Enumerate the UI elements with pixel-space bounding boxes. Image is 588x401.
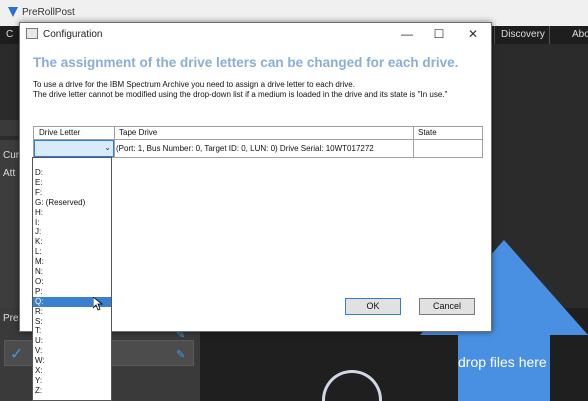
dropdown-item[interactable]: W: (33, 356, 111, 366)
column-header-tape-drive[interactable]: Tape Drive (119, 128, 157, 137)
drive-grid: Drive Letter Tape Drive State ⌄ (Port: 1… (33, 126, 483, 158)
chevron-down-icon[interactable]: ⌄ (104, 143, 111, 152)
left-label-pre: Pre (3, 313, 19, 324)
dropdown-item[interactable]: D: (33, 168, 111, 178)
ok-button[interactable]: OK (345, 298, 401, 315)
column-header-drive-letter[interactable]: Drive Letter (39, 128, 80, 137)
cancel-button[interactable]: Cancel (419, 298, 475, 315)
drive-letter-dropdown-list[interactable]: D: E: F: G: (Reserved) H: I: J: K: L: M: N: O: P: Q: R… (32, 157, 112, 401)
description-line-1: To use a drive for the IBM Spectrum Arch… (33, 80, 355, 89)
column-header-state[interactable]: State (418, 128, 437, 137)
dialog-heading: The assignment of the drive letters can … (33, 55, 459, 70)
dropdown-item[interactable]: L: (33, 247, 111, 257)
dialog-titlebar[interactable]: Configuration — ☐ ✕ (20, 23, 491, 45)
dropdown-item[interactable]: P: (33, 287, 111, 297)
minimize-icon[interactable]: — (398, 26, 416, 42)
grid-header: Drive Letter Tape Drive State (34, 127, 482, 140)
description-line-2: The drive letter cannot be modified usin… (33, 90, 448, 99)
dropdown-item[interactable]: G: (Reserved) (33, 198, 111, 208)
dialog-title: Configuration (43, 29, 103, 40)
dropdown-item[interactable]: X: (33, 366, 111, 376)
dropdown-item[interactable]: I: (33, 218, 111, 228)
close-icon[interactable]: ✕ (464, 26, 482, 42)
left-label-cur: Cur (3, 150, 20, 161)
dropdown-item[interactable]: Y: (33, 376, 111, 386)
dropdown-item[interactable]: K: (33, 237, 111, 247)
menu-item-about[interactable]: Abo (566, 26, 588, 44)
dialog-description: To use a drive for the IBM Spectrum Arch… (33, 80, 447, 100)
edit-pencil-icon[interactable]: ✎ (176, 348, 185, 361)
left-label-att: Att (3, 168, 16, 179)
drive-letter-combobox[interactable]: ⌄ (34, 140, 114, 157)
drop-files-label: drop files here (458, 354, 547, 370)
dropdown-item[interactable]: M: (33, 257, 111, 267)
column-separator (114, 127, 115, 157)
dropdown-item[interactable]: O: (33, 277, 111, 287)
dropdown-item[interactable]: U: (33, 336, 111, 346)
dialog-window-icon (26, 28, 38, 39)
menu-item-discovery[interactable]: Discovery (494, 26, 550, 44)
dropdown-item[interactable]: N: (33, 267, 111, 277)
dropdown-item[interactable]: S: (33, 317, 111, 327)
tape-drive-cell: (Port: 1, Bus Number: 0, Target ID: 0, L… (116, 144, 374, 153)
dropdown-item[interactable]: H: (33, 208, 111, 218)
app-logo-icon (8, 7, 18, 17)
mouse-cursor-icon (93, 297, 103, 311)
dropdown-item[interactable]: T: (33, 326, 111, 336)
dropdown-item[interactable]: F: (33, 188, 111, 198)
maximize-icon[interactable]: ☐ (430, 26, 448, 42)
dropdown-item[interactable]: Z: (33, 386, 111, 396)
app-title: PreRollPost (22, 7, 75, 18)
column-separator (413, 127, 414, 157)
check-icon: ✓ (10, 346, 24, 363)
dropdown-item[interactable]: V: (33, 346, 111, 356)
dropdown-item[interactable]: E: (33, 178, 111, 188)
dropdown-item[interactable]: J: (33, 227, 111, 237)
